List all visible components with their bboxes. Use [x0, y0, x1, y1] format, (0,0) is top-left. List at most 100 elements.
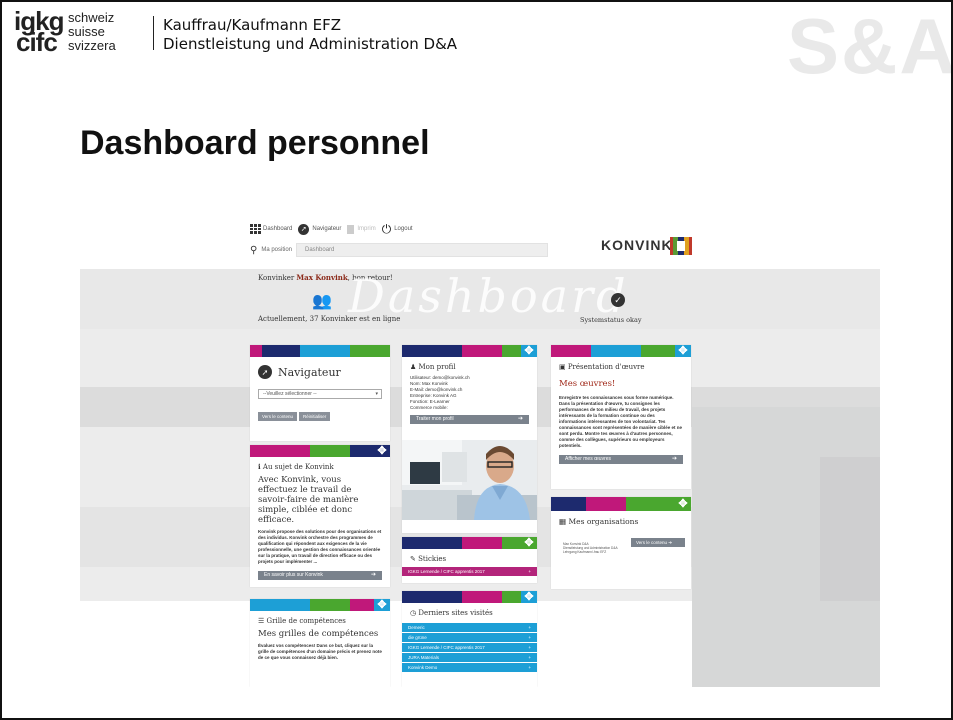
stickies-card: ✥ ✎ Stickies IGKG Lernende / CIFC appren… [402, 537, 537, 583]
location-pin-icon: ⚲ [250, 244, 258, 256]
move-icon[interactable]: ✥ [374, 599, 390, 611]
nav-dashboard[interactable]: Dashboard [250, 224, 292, 234]
card-stripe [250, 345, 390, 357]
skills-title-text: Grille de compétences [266, 617, 346, 625]
logo-lang-it: svizzera [68, 38, 116, 53]
visited-title: ◷ Derniers sites visités [410, 609, 493, 617]
nav-navigator[interactable]: ➚ Navigateur [298, 223, 342, 235]
orgs-goto-button[interactable]: Vers le contenu ➔ [631, 538, 685, 547]
plus-icon: + [528, 625, 531, 630]
sticky-item[interactable]: IGKG Lernende / CIFC apprentis 2017 + [402, 567, 537, 576]
orgs-title-text: Mes organisations [568, 517, 639, 526]
online-count: Actuellement, 37 Konvinker est en ligne [258, 315, 401, 323]
card-stripe [250, 599, 390, 611]
arrow-right-icon: ➔ [517, 416, 523, 422]
move-icon[interactable]: ✥ [374, 445, 390, 457]
stickies-title: ✎ Stickies [410, 555, 447, 563]
nav-logout-label: Logout [394, 226, 413, 232]
move-icon[interactable]: ✥ [675, 497, 691, 511]
visited-item[interactable]: die grüne + [402, 633, 537, 642]
arrow-right-icon: ➔ [370, 572, 376, 578]
work-presentation-card: ✥ ▣ Présentation d'œuvre Mes œuvres! Enr… [551, 345, 691, 489]
about-more-label: En savoir plus sur Konvink [264, 572, 323, 578]
navigator-header: ➚ Navigateur [250, 357, 390, 379]
navigator-title: Navigateur [278, 365, 341, 379]
plus-icon: + [528, 655, 531, 660]
edit-profile-label: Traiter mon profil [416, 416, 454, 422]
visited-item[interactable]: Demeric + [402, 623, 537, 632]
navigator-card: ➚ Navigateur --Veuillez sélectionner -- ▾… [250, 345, 390, 441]
sticky-item-label: IGKG Lernende / CIFC apprentis 2017 [408, 569, 485, 574]
konvink-logo-icon [670, 237, 692, 255]
plus-icon: + [528, 635, 531, 640]
reset-button[interactable]: Réinitialiser [299, 412, 331, 421]
goto-content-button[interactable]: Vers le contenu [258, 412, 298, 421]
visited-item[interactable]: JURA Materials + [402, 653, 537, 662]
logo-lang-fr: suisse [68, 24, 105, 39]
profile-title-text: Mon profil [418, 363, 456, 371]
system-status: Systemstatus okay [580, 316, 642, 324]
users-group-icon: 👥 [312, 293, 332, 310]
logo-lang-de: schweiz [68, 10, 115, 25]
compass-icon: ➚ [258, 365, 272, 379]
profile-details: Utilisateur: demo@konvink.ch Nom: Max Ko… [402, 371, 537, 411]
about-title-text: Au sujet de Konvink [262, 463, 334, 471]
bg-block [692, 601, 880, 687]
organisations-card: ✥ ▦ Mes organisations Max Konvink D&A Di… [551, 497, 691, 589]
work-headline: Mes œuvres! [559, 379, 616, 389]
visited-item-label: IGKG Lernende / CIFC apprentis 2017 [408, 645, 485, 650]
header-divider [153, 16, 154, 50]
move-icon[interactable]: ✥ [521, 537, 537, 549]
visited-card: ✥ ◷ Derniers sites visités Demeric + die … [402, 591, 537, 687]
visited-item-label: die grüne [408, 635, 427, 640]
nav-logout[interactable]: ⏻ Logout [382, 223, 413, 235]
skills-body: Évaluez vos compétences! Dans ce but, cl… [258, 643, 382, 660]
course-line-1: Kauffrau/Kaufmann EFZ [163, 16, 342, 34]
course-title: Kauffrau/Kaufmann EFZ Dienstleistung und… [163, 16, 457, 54]
work-title: ▣ Présentation d'œuvre [559, 363, 645, 371]
show-works-label: Afficher mes œuvres [565, 456, 612, 462]
move-icon[interactable]: ✥ [521, 345, 537, 357]
visited-item-label: Demeric [408, 625, 425, 630]
card-stripe [250, 445, 390, 457]
orgs-goto-label: Vers le contenu [636, 540, 668, 545]
compass-icon: ➚ [298, 223, 310, 235]
skills-headline: Mes grilles de compétences [258, 629, 379, 639]
profile-line: Commerce mobile: [410, 405, 448, 410]
visited-item[interactable]: Konvink Demo + [402, 663, 537, 672]
about-more-button[interactable]: En savoir plus sur Konvink ➔ [258, 571, 382, 580]
about-headline: Avec Konvink, vous effectuez le travail … [258, 475, 359, 525]
watermark: S&A [787, 2, 953, 90]
move-icon[interactable]: ✥ [521, 591, 537, 603]
visited-item-label: Konvink Demo [408, 665, 438, 670]
card-stripe [551, 497, 691, 511]
position-breadcrumb[interactable]: Dashboard [296, 243, 549, 257]
move-icon[interactable]: ✥ [675, 345, 691, 357]
top-nav: Dashboard ➚ Navigateur Imprim ⏻ Logout [250, 221, 413, 237]
edit-profile-button[interactable]: Traiter mon profil ➔ [410, 415, 529, 424]
arrow-right-icon: ➔ [671, 456, 677, 462]
check-circle-icon: ✓ [611, 293, 625, 307]
orgs-list: Max Konvink D&A Dienstleistung und Admin… [563, 542, 618, 554]
nav-navigator-label: Navigateur [312, 226, 342, 232]
dashboard-screenshot: Dashboard ➚ Navigateur Imprim ⏻ Logout ⚲… [80, 207, 880, 687]
skills-card: ✥ ☰ Grille de compétences Mes grilles de… [250, 599, 390, 687]
welcome-user-name: Max Konvink [296, 273, 348, 282]
position-label: Ma position [261, 247, 293, 253]
navigator-select[interactable]: --Veuillez sélectionner -- ▾ [258, 389, 382, 399]
card-stripe [402, 537, 537, 549]
visited-title-text: Derniers sites visités [418, 609, 493, 617]
orgs-body: Max Konvink D&A Dienstleistung und Admin… [551, 526, 691, 566]
clipboard-icon [347, 224, 355, 234]
visited-item-label: JURA Materials [408, 655, 440, 660]
igkg-cifc-logo: igkg cifc schweiz suisse svizzera [14, 8, 144, 55]
grid-icon [250, 224, 261, 234]
card-stripe [402, 345, 537, 357]
visited-item[interactable]: IGKG Lernende / CIFC apprentis 2017 + [402, 643, 537, 652]
show-works-button[interactable]: Afficher mes œuvres ➔ [559, 455, 683, 464]
konvink-logo[interactable]: KONVINK [601, 237, 673, 253]
nav-dashboard-label: Dashboard [263, 226, 293, 232]
about-card: ✥ ℹ Au sujet de Konvink Avec Konvink, vo… [250, 445, 390, 587]
plus-icon: + [528, 645, 531, 650]
chevron-down-icon: ▾ [375, 391, 378, 397]
